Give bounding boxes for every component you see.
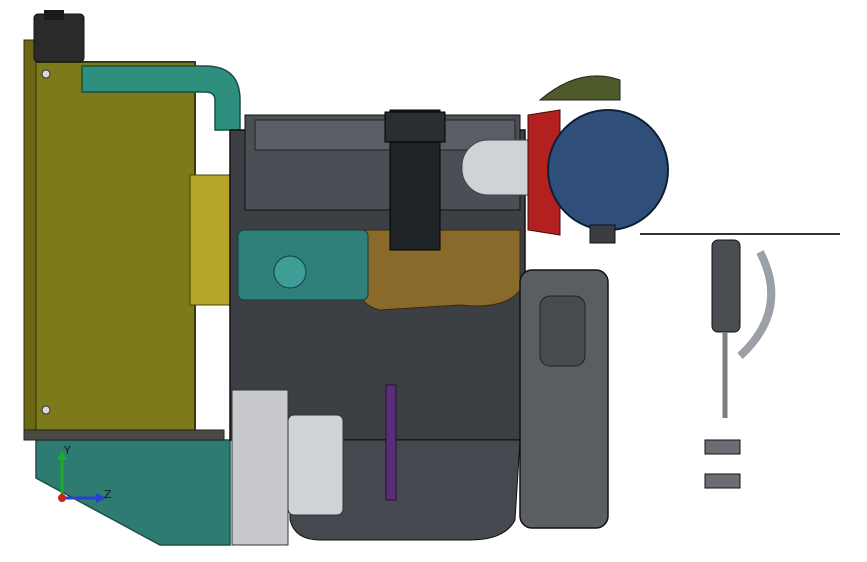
- radiator-bottom-rail: [23, 429, 225, 441]
- x-axis-dot: [58, 494, 66, 502]
- dipstick[interactable]: [385, 384, 397, 501]
- radiator-side-frame: [23, 39, 37, 441]
- loose-fitting-2[interactable]: [704, 473, 741, 489]
- cad-graphics-area[interactable]: Y Z: [0, 0, 867, 562]
- engine-mount-bracket: [231, 389, 289, 546]
- oil-filter[interactable]: [287, 414, 344, 516]
- expansion-tank[interactable]: [33, 13, 85, 63]
- exhaust-hose: [737, 250, 776, 359]
- loose-fitting-1[interactable]: [704, 439, 741, 455]
- turbo-housing[interactable]: [547, 109, 669, 231]
- air-cleaner-cap[interactable]: [538, 75, 621, 101]
- fan-drive: [189, 174, 231, 306]
- coordinate-triad: Y Z: [40, 440, 120, 520]
- engine-model[interactable]: [0, 0, 867, 562]
- z-axis-label: Z: [104, 488, 112, 501]
- radiator[interactable]: [29, 61, 196, 435]
- muffler[interactable]: [711, 239, 741, 333]
- y-axis-label: Y: [64, 444, 71, 457]
